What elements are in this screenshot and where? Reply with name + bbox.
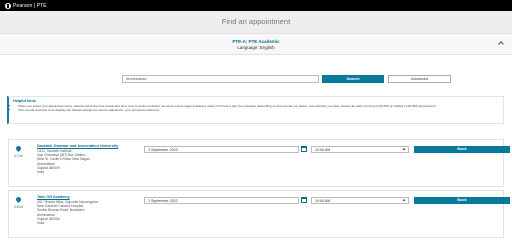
calendar-icon[interactable] — [301, 197, 307, 203]
distance: 4.7 mi — [14, 154, 23, 158]
brand-text: Pearson | PTE — [13, 2, 47, 9]
time-value: 10:00 AM — [315, 199, 331, 203]
center-address: 14/11, Saurabh institute, Opp Chanakya (… — [37, 149, 90, 174]
distance: 4.8 mi — [14, 205, 23, 209]
center-name-link[interactable]: Take Off Academy — [37, 195, 70, 199]
test-center-card: 4.7 mi Saurabh Jhanwar and Association U… — [8, 139, 510, 187]
exam-language: Language: English — [237, 45, 275, 50]
exam-program: PTE-A: PTE Academic — [232, 39, 280, 44]
time-value: 10:00 AM — [315, 148, 331, 152]
pearson-logo[interactable]: Pearson | PTE — [5, 2, 47, 9]
map-pin-icon — [14, 144, 23, 153]
hints-title: Helpful hints — [13, 99, 36, 103]
exam-summary: PTE-A: PTE Academic Language: English — [0, 34, 512, 55]
title-band: Find an appointment — [0, 11, 512, 34]
hint-item: Time format and time zone display use de… — [18, 108, 498, 112]
center-address: 402, Sharda Mitra, Opposite Navrangpura … — [37, 200, 98, 225]
chevron-down-icon — [402, 198, 406, 202]
book-button[interactable]: Book — [414, 146, 510, 153]
time-select[interactable]: 10:00 AM — [311, 197, 409, 204]
search-input[interactable]: Ahmedabad — [122, 75, 319, 83]
helpful-hints-panel: Helpful hints When you select your appoi… — [7, 96, 504, 124]
hints-list: When you select your appointment time, d… — [18, 104, 498, 112]
pearson-logo-icon — [5, 2, 11, 9]
date-input[interactable]: 2 September 2022 — [144, 197, 299, 204]
book-button[interactable]: Book — [414, 197, 510, 204]
advanced-button[interactable]: Advanced — [388, 75, 451, 83]
search-button[interactable]: Search — [322, 75, 384, 83]
time-select[interactable]: 10:00 AM — [311, 146, 409, 153]
map-pin-icon — [14, 195, 23, 204]
page-title: Find an appointment — [221, 17, 291, 26]
test-center-card: 4.8 mi Take Off Academy 402, Sharda Mitr… — [8, 190, 510, 238]
address-line: India — [37, 170, 45, 175]
center-name-link[interactable]: Saurabh Jhanwar and Association Universi… — [37, 144, 118, 148]
date-input[interactable]: 2 September 2022 — [144, 146, 299, 153]
top-bar: Pearson | PTE — [0, 0, 512, 11]
address-line: Near St. Xavier's Road, Near Bagan — [37, 157, 90, 162]
calendar-icon[interactable] — [301, 146, 307, 152]
address-line: India — [37, 221, 45, 226]
chevron-down-icon — [402, 147, 406, 151]
